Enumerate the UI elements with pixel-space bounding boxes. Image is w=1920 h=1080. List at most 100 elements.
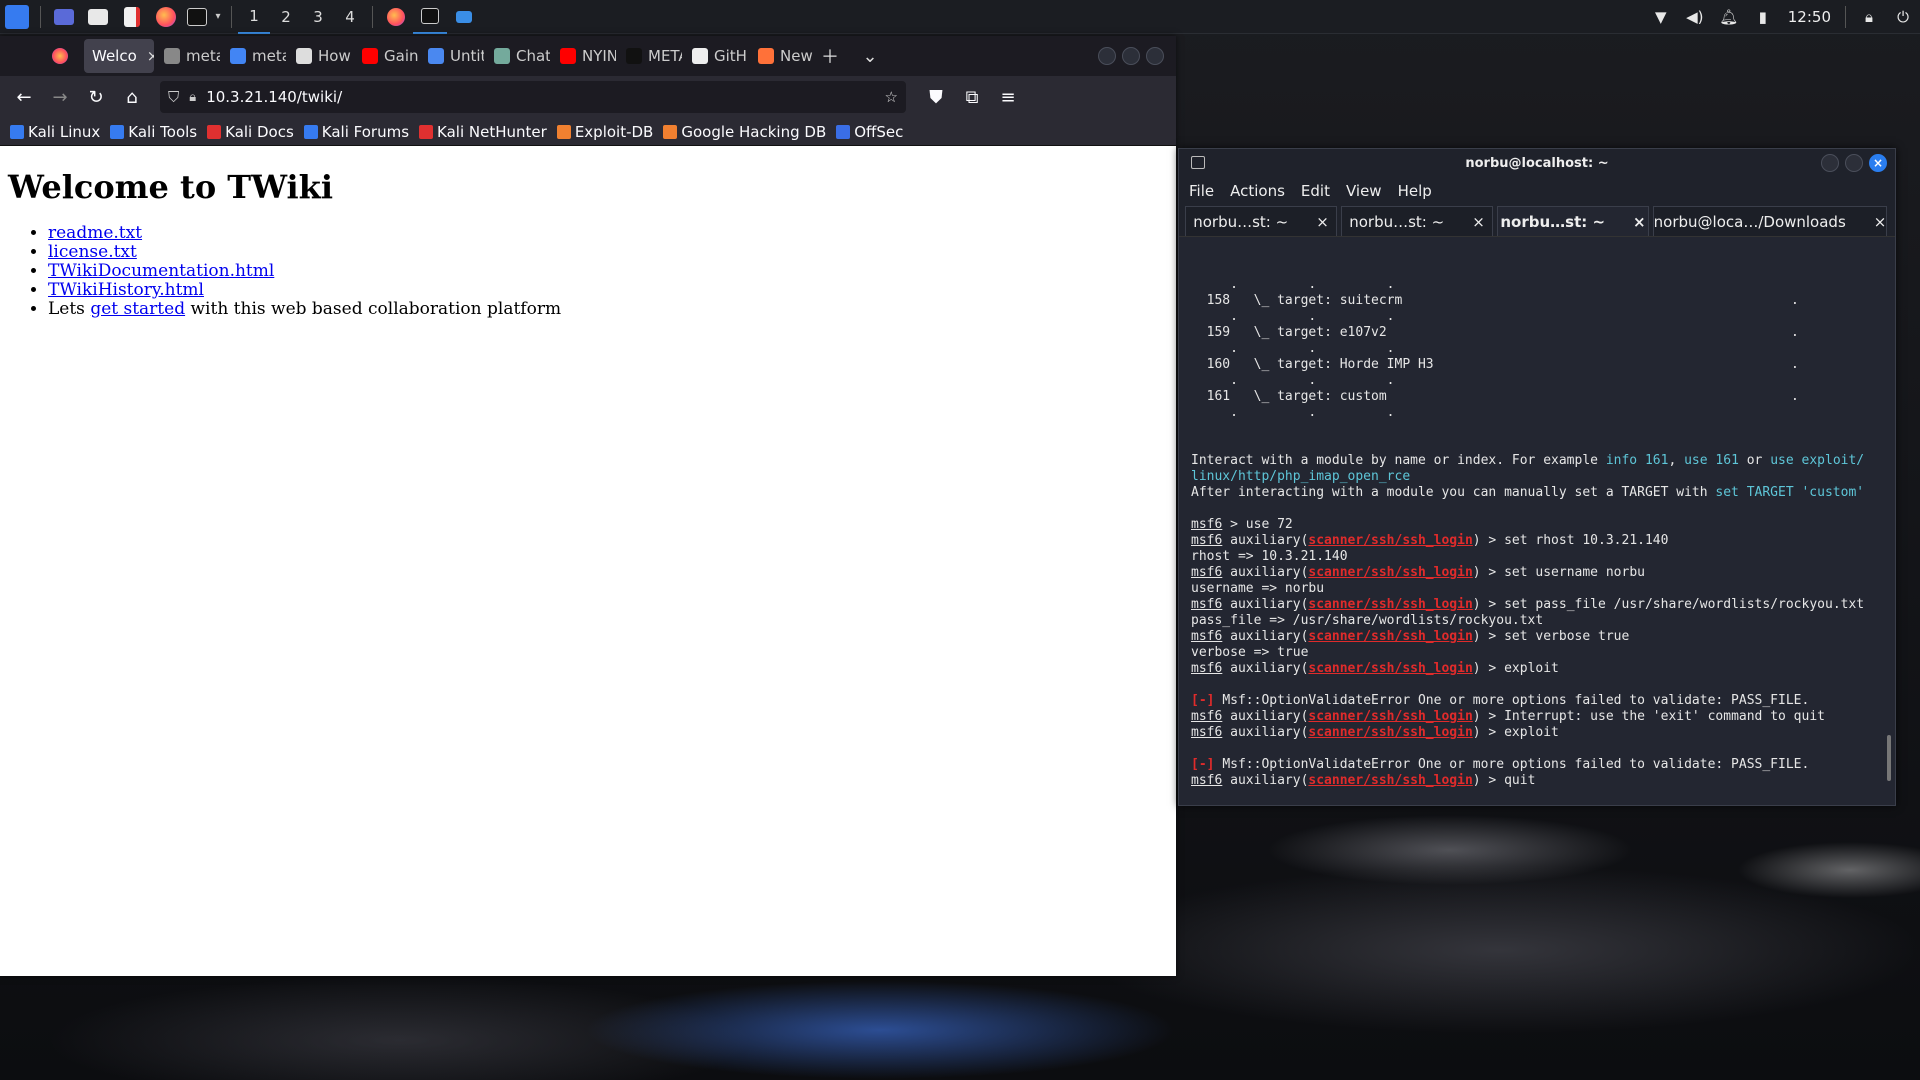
page-link[interactable]: license.txt xyxy=(48,242,137,262)
show-desktop-icon[interactable] xyxy=(47,0,81,34)
lock-icon[interactable]: 🔒︎ xyxy=(1852,0,1886,34)
browser-tab[interactable]: New T xyxy=(750,39,814,73)
tab-label: NYIN xyxy=(582,47,616,65)
msf-prompt: msf6 xyxy=(1191,517,1223,532)
page-link[interactable]: readme.txt xyxy=(48,223,142,243)
reload-icon[interactable]: ↻ xyxy=(78,79,114,115)
menu-help[interactable]: Help xyxy=(1398,182,1432,200)
terminal-tab-label: norbu…st: ~ xyxy=(1193,212,1289,231)
browser-tab[interactable]: How t xyxy=(288,39,352,73)
terminal-tab[interactable]: norbu…st: ~ × xyxy=(1185,206,1337,236)
menu-view[interactable]: View xyxy=(1346,182,1382,200)
clock[interactable]: 12:50 xyxy=(1780,8,1839,26)
terminal-tab[interactable]: norbu…st: ~ × xyxy=(1497,206,1649,236)
prompt-line: msf6 auxiliary(scanner/ssh/ssh_login) > … xyxy=(1191,725,1883,741)
close-window-button[interactable]: × xyxy=(1869,154,1887,172)
new-tab-button[interactable]: ＋ xyxy=(814,40,846,72)
forward-arrow-icon[interactable]: → xyxy=(42,79,78,115)
workspace-3[interactable]: 3 xyxy=(302,0,334,34)
terminal-tab[interactable]: norbu@loca…/Downloads × xyxy=(1653,206,1887,236)
chevron-down-icon[interactable]: ▾ xyxy=(211,0,225,34)
browser-tab[interactable]: GitHu xyxy=(684,39,748,73)
msf-prompt: msf6 xyxy=(1191,709,1223,724)
pocket-icon[interactable]: ⛊ xyxy=(918,79,954,115)
bookmark-star-icon[interactable]: ☆ xyxy=(885,88,898,106)
browser-tab[interactable]: Gain a xyxy=(354,39,418,73)
notification-bell-icon[interactable]: 🔔︎ xyxy=(1712,0,1746,34)
terminal-output[interactable]: . . . 158 \_ target: suitecrm. . . . 159… xyxy=(1179,237,1895,797)
close-tab-icon[interactable]: × xyxy=(1633,213,1646,231)
text: auxiliary( xyxy=(1222,629,1309,644)
text: ) > xyxy=(1472,597,1505,612)
battery-icon[interactable]: ▮ xyxy=(1746,0,1780,34)
url-text[interactable]: 10.3.21.140/twiki/ xyxy=(206,88,342,106)
folder-task-icon[interactable] xyxy=(447,0,481,34)
browser-tab[interactable]: ChatG xyxy=(486,39,550,73)
close-window-button[interactable] xyxy=(1146,47,1164,65)
minimize-button[interactable] xyxy=(1821,154,1839,172)
menu-hamburger-icon[interactable]: ≡ xyxy=(990,79,1026,115)
menu-file[interactable]: File xyxy=(1189,182,1214,200)
bookmark-item[interactable]: Kali Docs xyxy=(207,123,294,141)
browser-tab[interactable]: META xyxy=(618,39,682,73)
maximize-button[interactable] xyxy=(1122,47,1140,65)
browser-tab[interactable]: meta xyxy=(222,39,286,73)
list-item: Lets get started with this web based col… xyxy=(48,300,1168,319)
text: ) > xyxy=(1472,533,1505,548)
extensions-icon[interactable]: ⧉ xyxy=(954,79,990,115)
browser-tab[interactable]: NYIN xyxy=(552,39,616,73)
bookmark-item[interactable]: Kali NetHunter xyxy=(419,123,547,141)
text xyxy=(1230,325,1253,340)
firefox-view-icon[interactable] xyxy=(52,48,68,64)
shield-icon[interactable]: ⛉ xyxy=(168,88,179,106)
lock-icon[interactable]: 🔒︎ xyxy=(189,90,196,105)
text: verbose => true xyxy=(1191,645,1309,660)
power-icon[interactable]: ⏻ xyxy=(1886,0,1920,34)
workspace-1[interactable]: 1 xyxy=(238,0,270,34)
menu-edit[interactable]: Edit xyxy=(1301,182,1330,200)
workspace-4[interactable]: 4 xyxy=(334,0,366,34)
target-name: e107v2 xyxy=(1339,325,1387,340)
home-icon[interactable]: ⌂ xyxy=(114,79,150,115)
text: info 161 xyxy=(1605,453,1669,468)
url-bar[interactable]: ⛉ 🔒︎ 10.3.21.140/twiki/ ☆ xyxy=(160,81,906,113)
browser-tab[interactable]: Untitl xyxy=(420,39,484,73)
close-tab-icon[interactable]: × xyxy=(1316,213,1329,231)
scrollbar[interactable] xyxy=(1887,735,1891,781)
file-manager-icon[interactable] xyxy=(81,0,115,34)
page-link[interactable]: TWikiDocumentation.html xyxy=(48,261,274,281)
firefox-task-icon[interactable] xyxy=(379,0,413,34)
bookmark-item[interactable]: Kali Forums xyxy=(303,123,409,141)
volume-icon[interactable]: ◀) xyxy=(1678,0,1712,34)
terminal-task-icon[interactable] xyxy=(413,0,447,34)
close-tab-icon[interactable]: × xyxy=(147,47,154,65)
workspace-2[interactable]: 2 xyxy=(270,0,302,34)
command: set rhost 10.3.21.140 xyxy=(1504,533,1669,548)
bookmark-item[interactable]: Exploit-DB xyxy=(556,123,653,141)
firefox-launcher-icon[interactable] xyxy=(149,0,183,34)
menu-actions[interactable]: Actions xyxy=(1230,182,1285,200)
blank xyxy=(1191,421,1883,437)
bookmark-item[interactable]: Google Hacking DB xyxy=(663,123,826,141)
bookmark-label: Kali NetHunter xyxy=(437,122,547,141)
close-tab-icon[interactable]: × xyxy=(1874,213,1887,231)
wifi-icon[interactable]: ▼ xyxy=(1644,0,1678,34)
back-arrow-icon[interactable]: ← xyxy=(6,79,42,115)
kali-menu-icon[interactable] xyxy=(0,0,34,34)
text: auxiliary( xyxy=(1222,773,1309,788)
terminal-launcher-icon[interactable] xyxy=(183,0,211,34)
browser-tab[interactable]: meta xyxy=(156,39,220,73)
maximize-button[interactable] xyxy=(1845,154,1863,172)
target-index: 159 xyxy=(1206,325,1231,340)
browser-tab[interactable]: Welco × xyxy=(84,39,154,73)
bookmark-item[interactable]: OffSec xyxy=(836,123,903,141)
bookmark-item[interactable]: Kali Linux xyxy=(10,123,100,141)
minimize-button[interactable] xyxy=(1098,47,1116,65)
terminal-tab[interactable]: norbu…st: ~ × xyxy=(1341,206,1493,236)
get-started-link[interactable]: get started xyxy=(90,299,185,319)
list-all-tabs-icon[interactable]: ⌄ xyxy=(854,40,886,72)
page-link[interactable]: TWikiHistory.html xyxy=(48,280,204,300)
close-tab-icon[interactable]: × xyxy=(1472,213,1485,231)
text-editor-icon[interactable] xyxy=(115,0,149,34)
bookmark-item[interactable]: Kali Tools xyxy=(110,123,197,141)
